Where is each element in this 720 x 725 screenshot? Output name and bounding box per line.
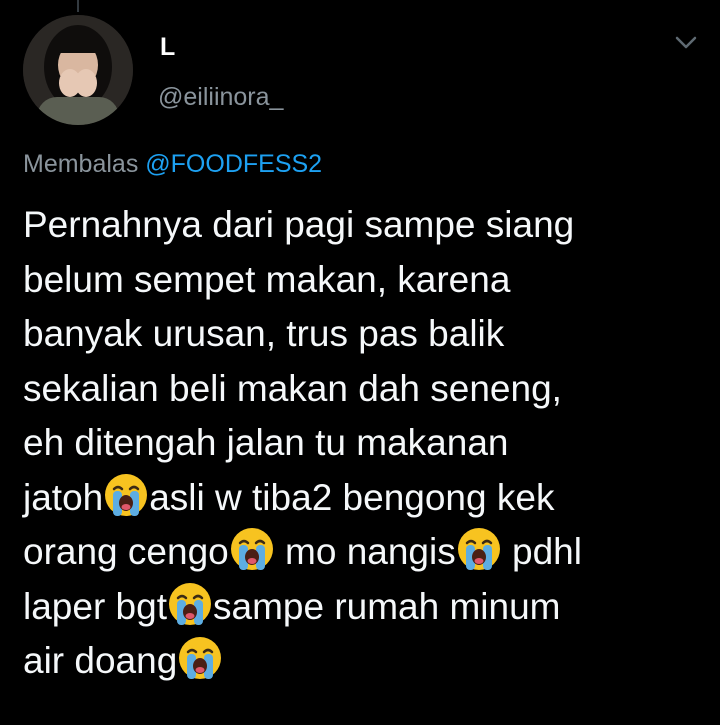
tweet-text-segment: orang cengo (23, 531, 229, 572)
loudly-crying-face-emoji (230, 528, 273, 570)
tweet-line: Pernahnya dari pagi sampe siang (23, 198, 703, 253)
tweet-line: orang cengo mo nangis pdhl (23, 525, 703, 580)
avatar-photo (23, 15, 133, 125)
reply-prefix: Membalas (23, 150, 139, 178)
tweet-text-segment: Pernahnya dari pagi sampe siang (23, 204, 575, 245)
reply-mention-link[interactable]: @FOODFESS2 (145, 150, 322, 178)
chevron-down-icon (675, 36, 697, 49)
tweet-line: belum sempet makan, karena (23, 253, 703, 308)
tweet-line: sekalian beli makan dah seneng, (23, 362, 703, 417)
loudly-crying-face-emoji (457, 528, 500, 570)
avatar[interactable] (23, 15, 133, 125)
tweet-text-segment: jatoh (23, 476, 104, 518)
tweet-text-segment: sekalian beli makan dah seneng, (23, 367, 562, 409)
tweet-text-segment: laper bgt (23, 585, 167, 627)
more-options-button[interactable] (668, 28, 704, 58)
tweet-text-segment: eh ditengah jalan tu makanan (23, 422, 509, 463)
loudly-crying-face-emoji (105, 473, 148, 516)
tweet-text-segment: belum sempet makan, karena (23, 258, 511, 300)
reply-context: Membalas @FOODFESS2 (23, 148, 322, 180)
tweet-text-segment: pdhl (501, 531, 582, 572)
author-display-name[interactable]: L (160, 32, 175, 62)
tweet-text-segment: banyak urusan, trus pas balik (23, 313, 505, 354)
tweet-line: laper bgt sampe rumah minum (23, 580, 703, 635)
tweet-line: banyak urusan, trus pas balik (23, 307, 703, 362)
tweet-text-segment: asli w tiba2 bengong kek (149, 476, 555, 518)
author-handle[interactable]: @eiliinora_ (158, 82, 283, 112)
tweet-line: eh ditengah jalan tu makanan (23, 416, 703, 471)
tweet-text-segment: sampe rumah minum (213, 585, 561, 627)
loudly-crying-face-emoji (169, 582, 211, 625)
tweet-text-segment: air doang (23, 640, 178, 681)
tweet-line: jatoh asli w tiba2 bengong kek (23, 471, 703, 526)
thread-connector-line (77, 0, 79, 12)
tweet-line: air doang (23, 634, 703, 689)
tweet-text: Pernahnya dari pagi sampe siang belum sem… (23, 198, 703, 689)
tweet-text-segment: mo nangis (274, 531, 456, 572)
loudly-crying-face-emoji (179, 637, 222, 679)
